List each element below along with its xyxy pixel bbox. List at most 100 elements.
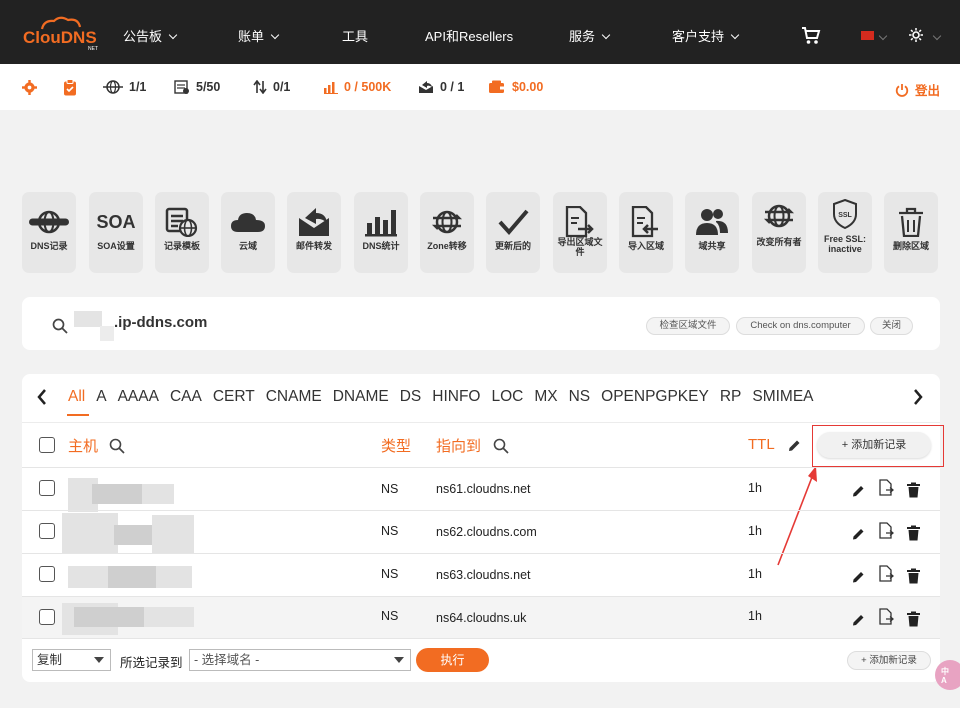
clipboard-icon[interactable] [63,79,77,96]
nav-tools[interactable]: 工具 [342,0,368,64]
settings-gear-icon[interactable] [22,80,37,95]
tab-hinfo[interactable]: HINFO [432,388,480,405]
nav-services[interactable]: 服务 [569,0,611,64]
edit-icon[interactable] [852,568,865,586]
nav-support[interactable]: 客户支持 [672,0,740,64]
tab-a[interactable]: A [96,388,106,405]
tab-cname[interactable]: CNAME [266,388,322,405]
host-search-icon[interactable] [109,438,125,454]
tile-soa-settings[interactable]: SOA SOA设置 [89,192,143,273]
logout-button[interactable]: 登出 [895,80,940,99]
chevron-right-icon[interactable] [913,389,923,405]
tile-record-templates[interactable]: 记录模板 [155,192,209,273]
points-to-column-header[interactable]: 指向到 [436,435,481,456]
tab-mx[interactable]: MX [534,388,557,405]
tile-export-zone[interactable]: 导出区域文件 [553,192,607,273]
tab-aaaa[interactable]: AAAA [118,388,159,405]
nav-api-resellers[interactable]: API和Resellers [425,0,513,64]
record-value: ns61.cloudns.net [436,482,531,496]
redacted-host [152,515,194,553]
tile-label: DNS记录 [30,241,68,251]
row-checkbox[interactable] [39,523,55,539]
delete-icon[interactable] [907,567,920,585]
tile-mail-forwards[interactable]: 邮件转发 [287,192,341,273]
select-all-checkbox[interactable] [39,437,55,453]
nav-announcements[interactable]: 公告板 [123,0,178,64]
execute-button[interactable]: 执行 [416,648,489,672]
tab-caa[interactable]: CAA [170,388,202,405]
delete-icon[interactable] [907,610,920,628]
tab-loc[interactable]: LOC [491,388,523,405]
export-record-icon[interactable] [878,608,894,626]
redacted-host [156,566,192,588]
tab-rp[interactable]: RP [720,388,742,405]
cart-icon[interactable] [801,27,821,45]
edit-icon[interactable] [852,611,865,629]
edit-ttl-icon[interactable] [788,439,801,452]
tile-change-owner[interactable]: 改变所有者 [752,192,806,273]
language-flag-icon[interactable] [861,31,874,40]
edit-icon[interactable] [852,525,865,543]
export-record-icon[interactable] [878,565,894,583]
target-domain-select[interactable]: - 选择域名 - [189,649,411,671]
search-icon[interactable] [52,318,68,334]
zone-transfer-icon [431,210,463,234]
add-record-button-footer[interactable]: + 添加新记录 [847,651,931,670]
tab-ds[interactable]: DS [400,388,422,405]
cloudns-logo[interactable]: ClouDNS NET [22,14,102,52]
trash-icon [899,207,923,237]
table-row: NS ns63.cloudns.net 1h [22,554,940,596]
tile-dns-stats[interactable]: DNS统计 [354,192,408,273]
row-checkbox[interactable] [39,480,55,496]
tile-delete-zone[interactable]: 删除区域 [884,192,938,273]
tile-zone-transfer[interactable]: Zone转移 [420,192,474,273]
power-icon [895,83,909,97]
tile-updated[interactable]: 更新后的 [486,192,540,273]
tab-all[interactable]: All [68,388,85,405]
tab-ns[interactable]: NS [569,388,591,405]
export-record-icon[interactable] [878,522,894,540]
check-zone-file-button[interactable]: 检查区域文件 [646,317,730,335]
tile-label: 记录模板 [163,241,200,251]
export-record-icon[interactable] [878,479,894,497]
nav-label: 工具 [342,29,369,44]
check-dns-computer-button[interactable]: Check on dns.computer [736,317,865,335]
record-type: NS [381,524,399,538]
tab-openpgpkey[interactable]: OPENPGPKEY [601,388,709,405]
tile-label: 改变所有者 [756,237,802,247]
nav-label: API和Resellers [425,29,514,44]
nav-billing[interactable]: 账单 [238,0,280,64]
caret-down-icon [394,657,404,663]
record-ttl: 1h [748,567,762,581]
ttl-column-header[interactable]: TTL [748,436,775,453]
tile-free-ssl[interactable]: SSL Free SSL: inactive [818,192,872,273]
row-checkbox[interactable] [39,609,55,625]
type-column-header[interactable]: 类型 [381,435,411,456]
tab-cert[interactable]: CERT [213,388,255,405]
users-icon [696,209,728,235]
delete-icon[interactable] [907,524,920,542]
points-to-search-icon[interactable] [493,438,509,454]
tile-label: 删除区域 [892,241,929,251]
chevron-left-icon[interactable] [37,389,47,405]
host-column-header[interactable]: 主机 [68,435,98,456]
tile-cloud-domains[interactable]: 云域 [221,192,275,273]
edit-icon[interactable] [852,482,865,500]
bulk-action-select[interactable]: 复制 [32,649,111,671]
tile-dns-records[interactable]: DNS记录 [22,192,76,273]
redacted-host [62,513,118,553]
delete-icon[interactable] [907,481,920,499]
tab-smimea[interactable]: SMIMEA [752,388,813,405]
tile-domain-sharing[interactable]: 域共享 [685,192,739,273]
record-type-tabs: All A AAAA CAA CERT CNAME DNAME DS HINFO LOC MX NS O… [60,374,898,420]
close-button[interactable]: 关闭 [870,317,913,335]
tab-dname[interactable]: DNAME [333,388,389,405]
redacted-host [142,484,174,504]
annotation-highlight-box [812,425,944,467]
row-checkbox[interactable] [39,566,55,582]
tile-label: 更新后的 [494,241,531,251]
theme-toggle-icon[interactable] [909,28,923,42]
chevron-down-icon [168,30,178,40]
translate-widget-icon[interactable]: 中A [935,660,960,690]
tile-import-zone[interactable]: 导入区域 [619,192,673,273]
